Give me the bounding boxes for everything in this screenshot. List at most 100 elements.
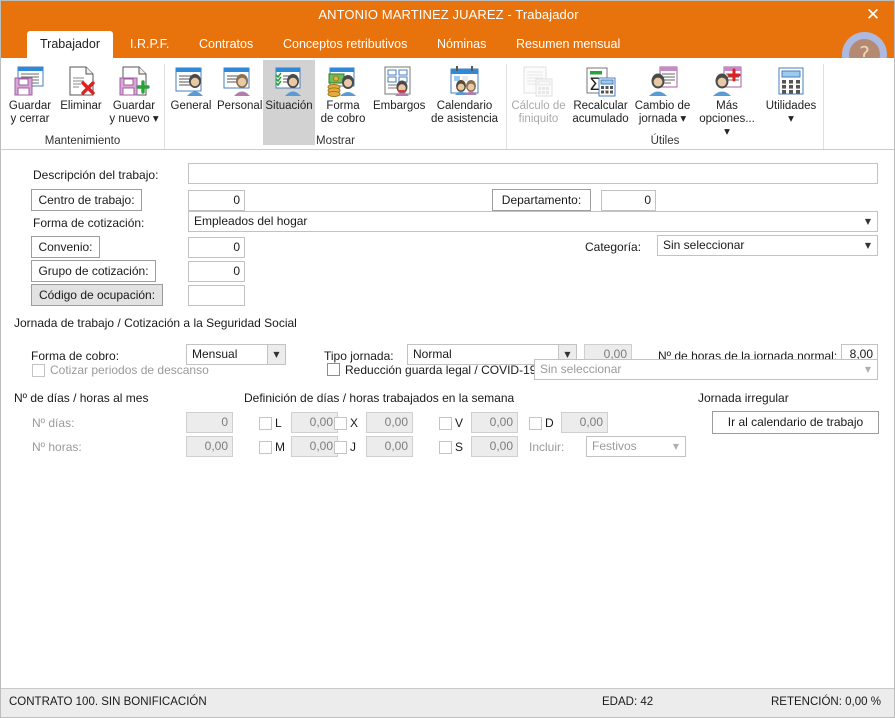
- reduccion-guarda-legal-label: Reducción guarda legal / COVID-19: [345, 363, 537, 377]
- ribbon-button-guardar-y-cerrar[interactable]: Guardar y cerrar: [4, 60, 56, 145]
- payment-money-icon: [323, 63, 363, 99]
- weekday-label-V: V: [455, 416, 464, 430]
- settlement-calc-icon: [519, 63, 559, 99]
- window-title: ANTONIO MARTINEZ JUAREZ - Trabajador: [318, 7, 579, 22]
- ribbon-button-label: Calendario de asistencia: [430, 100, 499, 125]
- cotizar-descanso-label: Cotizar periodos de descanso: [50, 363, 209, 377]
- weekday-hours-input-V[interactable]: 0,00: [471, 412, 518, 433]
- centro-trabajo-button[interactable]: Centro de trabajo:: [31, 189, 142, 211]
- ribbon-button-general[interactable]: General: [167, 60, 215, 145]
- reduccion-guarda-legal-checkbox[interactable]: [327, 363, 340, 376]
- status-edad: EDAD: 42: [602, 696, 654, 708]
- ribbon-button-label: Cálculo de finiquito: [511, 100, 566, 125]
- incluir-select[interactable]: Festivos ▼: [586, 436, 686, 457]
- weekday-checkbox-M[interactable]: [259, 441, 272, 454]
- weekday-label-L: L: [275, 416, 282, 430]
- ribbon-button-label: Recalcular acumulado: [572, 100, 629, 125]
- weekday-hours-input-J[interactable]: 0,00: [366, 436, 413, 457]
- ribbon-button-forma-de-cobro[interactable]: Forma de cobro: [315, 60, 371, 145]
- save-close-icon: [10, 63, 50, 99]
- ribbon-button-calendario-de-asistencia[interactable]: Calendario de asistencia: [427, 60, 502, 145]
- ribbon-button-label: Cambio de jornada ▾: [634, 100, 691, 125]
- status-retencion: RETENCIÓN: 0,00 %: [771, 696, 881, 708]
- forma-cotizacion-select[interactable]: Empleados del hogar ▼: [188, 211, 878, 232]
- personal-person-icon: [219, 63, 259, 99]
- svg-text:Σ: Σ: [589, 75, 600, 95]
- ribbon-button-recalcular-acumulado[interactable]: Σ Recalcular acumulado: [569, 60, 632, 145]
- ribbon-button-guardar-y-nuevo[interactable]: Guardar y nuevo ▾: [106, 60, 162, 145]
- weekday-checkbox-L[interactable]: [259, 417, 272, 430]
- general-person-icon: [171, 63, 211, 99]
- tab-label: Nóminas: [437, 37, 487, 51]
- departamento-input[interactable]: 0: [601, 190, 656, 211]
- weekday-label-S: S: [455, 440, 464, 454]
- weekday-hours-input-X[interactable]: 0,00: [366, 412, 413, 433]
- utilities-calculator-icon: [771, 63, 811, 99]
- tab-trabajador[interactable]: Trabajador: [27, 31, 113, 58]
- weekday-hours-input-D[interactable]: 0,00: [561, 412, 608, 433]
- weekday-hours-input-L[interactable]: 0,00: [291, 412, 338, 433]
- ribbon-button-utilidades[interactable]: Utilidades ▾: [761, 60, 821, 145]
- ribbon-button-c-lculo-de-finiquito: Cálculo de finiquito: [508, 60, 569, 145]
- codigo-ocupacion-input[interactable]: [188, 285, 245, 306]
- centro-trabajo-input[interactable]: 0: [188, 190, 245, 211]
- tab-contratos[interactable]: Contratos: [186, 31, 266, 58]
- recalculate-sum-icon: Σ: [581, 63, 621, 99]
- n-dias-label: Nº días:: [32, 416, 75, 430]
- ribbon-button-label: Personal: [217, 100, 263, 112]
- reduccion-guarda-legal-select[interactable]: Sin seleccionar ▼: [534, 359, 878, 380]
- descripcion-trabajo-label: Descripción del trabajo:: [33, 168, 159, 182]
- departamento-button[interactable]: Departamento:: [492, 189, 591, 211]
- semana-section-title: Definición de días / horas trabajados en…: [244, 391, 515, 405]
- ribbon-button-eliminar[interactable]: Eliminar: [56, 60, 106, 145]
- categoria-select[interactable]: Sin seleccionar ▼: [657, 235, 878, 256]
- n-dias-input: 0: [186, 412, 233, 433]
- weekday-checkbox-S[interactable]: [439, 441, 452, 454]
- grupo-cotizacion-input[interactable]: 0: [188, 261, 245, 282]
- convenio-input[interactable]: 0: [188, 237, 245, 258]
- tab-conceptos-retributivos[interactable]: Conceptos retributivos: [270, 31, 420, 58]
- close-icon[interactable]: ✕: [854, 1, 892, 29]
- chevron-down-icon: ▼: [864, 241, 872, 250]
- tab-i-r-p-f[interactable]: I.R.P.F.: [117, 31, 182, 58]
- categoria-label: Categoría:: [585, 240, 642, 254]
- ribbon-button-embargos[interactable]: Embargos: [371, 60, 427, 145]
- status-contrato: CONTRATO 100. SIN BONIFICACIÓN: [9, 696, 207, 708]
- grupo-cotizacion-button[interactable]: Grupo de cotización:: [31, 260, 156, 282]
- dias-mes-section-title: Nº de días / horas al mes: [14, 391, 149, 405]
- ribbon-button-m-s-opciones[interactable]: Más opciones... ▾: [693, 60, 761, 145]
- tab-label: I.R.P.F.: [130, 37, 170, 51]
- chevron-down-icon: ▼: [864, 217, 872, 226]
- calendar-attendance-icon: [445, 63, 485, 99]
- status-bar: CONTRATO 100. SIN BONIFICACIÓN EDAD: 42 …: [1, 688, 894, 717]
- forma-cotizacion-value: Empleados del hogar: [194, 214, 308, 228]
- convenio-button[interactable]: Convenio:: [31, 236, 100, 258]
- ir-calendario-trabajo-button[interactable]: Ir al calendario de trabajo: [712, 411, 879, 434]
- ribbon-button-personal[interactable]: Personal: [215, 60, 263, 145]
- weekday-checkbox-V[interactable]: [439, 417, 452, 430]
- categoria-value: Sin seleccionar: [663, 238, 745, 252]
- jornada-irregular-section-title: Jornada irregular: [698, 391, 789, 405]
- ribbon-button-label: Forma de cobro: [320, 100, 366, 125]
- tab-resumen-mensual[interactable]: Resumen mensual: [503, 31, 633, 58]
- weekday-label-M: M: [275, 440, 285, 454]
- tab-n-minas[interactable]: Nóminas: [424, 31, 499, 58]
- tab-label: Contratos: [199, 37, 254, 51]
- weekday-hours-input-S[interactable]: 0,00: [471, 436, 518, 457]
- codigo-ocupacion-button[interactable]: Código de ocupación:: [31, 284, 163, 306]
- descripcion-trabajo-input[interactable]: [188, 163, 878, 184]
- weekday-checkbox-D[interactable]: [529, 417, 542, 430]
- situacion-person-icon: [269, 63, 309, 99]
- incluir-value: Festivos: [592, 439, 637, 453]
- workday-change-icon: [643, 63, 683, 99]
- weekday-checkbox-J[interactable]: [334, 441, 347, 454]
- weekday-hours-input-M[interactable]: 0,00: [291, 436, 338, 457]
- chevron-down-icon: ▼: [864, 365, 872, 374]
- forma-cotizacion-label: Forma de cotización:: [33, 216, 145, 230]
- ribbon-button-situaci-n[interactable]: Situación: [263, 60, 315, 145]
- ribbon-button-cambio-de-jornada[interactable]: Cambio de jornada ▾: [632, 60, 693, 145]
- tab-label: Resumen mensual: [516, 37, 621, 51]
- weekday-checkbox-X[interactable]: [334, 417, 347, 430]
- cotizar-descanso-checkbox[interactable]: [32, 364, 45, 377]
- jornada-section-title: Jornada de trabajo / Cotización a la Seg…: [14, 316, 297, 330]
